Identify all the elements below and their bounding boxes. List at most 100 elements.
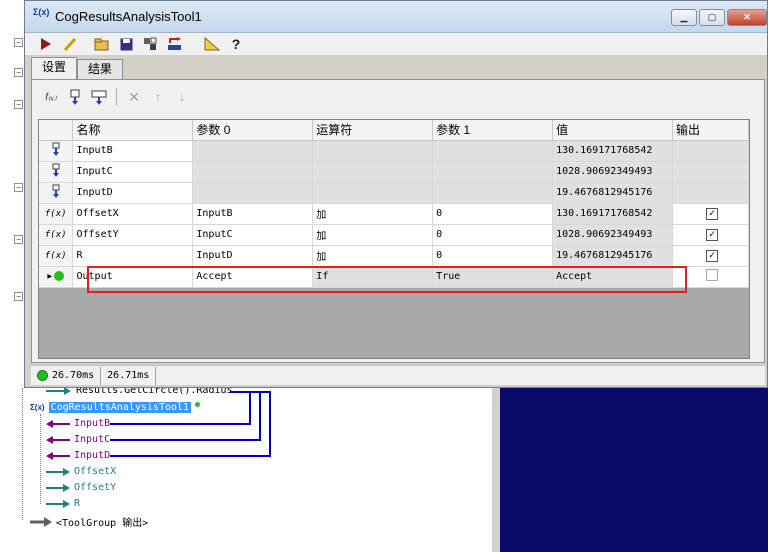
status-bar: 26.70ms 26.71ms [31,365,765,385]
reset-icon[interactable] [165,35,183,53]
cell-param0[interactable] [192,161,314,183]
cell-param1[interactable]: True [432,266,554,288]
save-icon[interactable] [117,35,135,53]
output-checkbox[interactable] [706,269,719,281]
cell-output [672,182,749,204]
main-toolbar: ? [25,33,767,55]
tree-expand-icon[interactable]: − [14,100,23,109]
image-display[interactable] [500,388,768,552]
cell-param1[interactable]: 0 [432,224,554,246]
add-input-icon[interactable] [66,88,84,106]
help-icon[interactable]: ? [227,35,245,53]
cell-name[interactable]: OffsetX [72,203,194,225]
tree-expand-icon[interactable]: − [14,183,23,192]
cell-param1[interactable]: 0 [432,245,554,267]
cell-value: 19.4676812945176 [552,182,674,204]
angle-icon[interactable] [203,35,221,53]
run-icon[interactable] [37,35,55,53]
output-checkbox[interactable]: ✓ [706,249,719,262]
column-header-output[interactable]: 输出 [672,120,749,141]
cell-name[interactable]: InputC [72,161,194,183]
column-header-param1[interactable]: 参数 1 [432,120,554,141]
properties-icon[interactable] [141,35,159,53]
add-function-icon[interactable]: f₍ₓ₎ [42,88,60,106]
table-row[interactable]: InputC 1028.90692349493 [39,161,749,183]
tree-item-offsetx[interactable]: OffsetX [46,466,116,477]
table-row[interactable]: InputD 19.4676812945176 [39,182,749,204]
column-header-value[interactable]: 值 [552,120,674,141]
status-dot-icon [54,271,65,282]
results-analysis-window: Σ(x) CogResultsAnalysisTool1 ▁ ▢ ✕ ? 设置 … [24,0,768,388]
table-row[interactable]: f(x) R InputD 加 0 19.4676812945176 ✓ [39,245,749,267]
table-row[interactable]: f(x) OffsetX InputB 加 0 130.169171768542… [39,203,749,225]
cell-param1[interactable] [432,140,554,162]
edit-icon[interactable] [61,35,79,53]
link-lines [110,391,271,457]
settings-panel: f₍ₓ₎ ✕ ↑ ↓ 名称 参数 0 运算符 参数 1 值 输出 InputB … [31,79,765,363]
delete-icon[interactable]: ✕ [125,88,143,106]
total-time-text: 26.71ms [107,370,150,381]
cell-name[interactable]: R [72,245,194,267]
column-header-operator[interactable]: 运算符 [312,120,434,141]
column-header-name[interactable]: 名称 [72,120,194,141]
table-row[interactable]: f(x) OffsetY InputC 加 0 1028.90692349493… [39,224,749,246]
maximize-button[interactable]: ▢ [699,9,725,26]
function-icon: f(x) [39,245,74,267]
tab-settings[interactable]: 设置 [31,57,78,79]
cell-output [672,266,749,288]
cell-param0[interactable]: InputB [192,203,314,225]
tree-item-label: R [74,498,81,509]
status-run-time: 26.70ms [31,366,102,385]
cell-name[interactable]: InputD [72,182,194,204]
tree-expand-icon[interactable]: − [14,38,23,47]
minimize-button[interactable]: ▁ [671,9,697,26]
cell-param0[interactable]: InputC [192,224,314,246]
status-dot-icon [37,370,48,381]
output-checkbox[interactable]: ✓ [706,207,719,220]
tree-item-offsety[interactable]: OffsetY [46,482,116,493]
output-checkbox[interactable]: ✓ [706,228,719,241]
cell-operator[interactable] [312,140,434,162]
cell-param1[interactable] [432,182,554,204]
move-down-icon[interactable]: ↓ [173,88,191,106]
cell-operator[interactable]: 加 [312,245,434,267]
tree-expand-icon[interactable]: − [14,235,23,244]
cell-operator[interactable] [312,161,434,183]
tree-item-r[interactable]: R [46,498,80,509]
cell-name[interactable]: InputB [72,140,194,162]
cell-param0[interactable] [192,182,314,204]
tab-results[interactable]: 结果 [77,59,124,79]
cell-operator[interactable]: If [312,266,434,288]
cell-param0[interactable]: Accept [192,266,314,288]
cell-value: 130.169171768542 [552,140,674,162]
tree-expand-icon[interactable]: − [14,292,23,301]
results-tool-icon: Σ(x) [33,6,50,17]
cell-value: 19.4676812945176 [552,245,674,267]
close-button[interactable]: ✕ [727,9,767,26]
expression-grid: 名称 参数 0 运算符 参数 1 值 输出 InputB 130.1691717… [38,119,750,359]
cell-name[interactable]: OffsetY [72,224,194,246]
move-up-icon[interactable]: ↑ [149,88,167,106]
table-row-current[interactable]: ▶ Output Accept If True Accept [39,266,749,288]
cell-param0[interactable]: InputD [192,245,314,267]
expression-table: 名称 参数 0 运算符 参数 1 值 输出 InputB 130.1691717… [39,120,749,288]
splitter[interactable] [492,388,500,552]
column-header-param0[interactable]: 参数 0 [192,120,314,141]
tree-item-toolgroup-output[interactable]: <ToolGroup 输出> [30,514,148,529]
cell-operator[interactable]: 加 [312,224,434,246]
cell-param1[interactable] [432,161,554,183]
add-multiple-inputs-icon[interactable] [90,88,108,106]
tree-expand-icon[interactable]: − [14,68,23,77]
cell-operator[interactable] [312,182,434,204]
cell-param1[interactable]: 0 [432,203,554,225]
input-icon [39,140,74,162]
cell-param0[interactable] [192,140,314,162]
tab-strip: 设置 结果 [31,57,124,79]
cell-name[interactable]: Output [72,266,194,288]
title-bar[interactable]: Σ(x) CogResultsAnalysisTool1 ▁ ▢ ✕ [25,1,767,33]
function-icon: f(x) [39,203,74,225]
open-icon[interactable] [93,35,111,53]
cell-operator[interactable]: 加 [312,203,434,225]
table-row[interactable]: InputB 130.169171768542 [39,140,749,162]
function-icon: f(x) [39,224,74,246]
